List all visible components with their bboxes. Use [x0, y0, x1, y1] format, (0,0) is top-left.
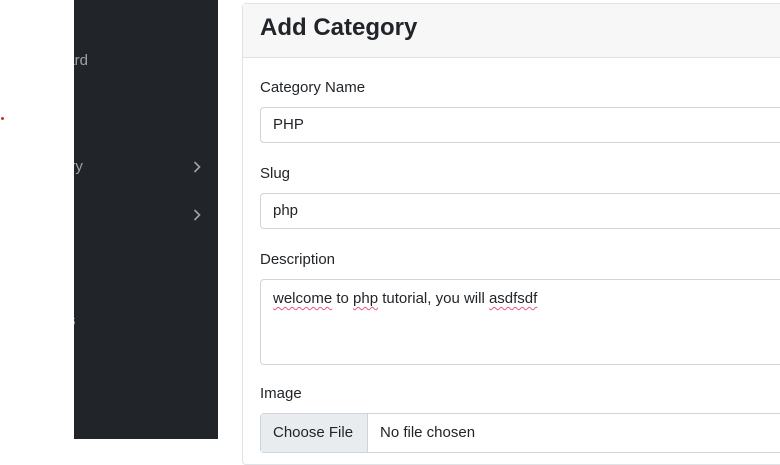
- add-category-card: Add Category Category Name PHP Slug php …: [242, 3, 780, 465]
- slug-input[interactable]: php: [260, 193, 780, 229]
- page-title: Add Category: [260, 14, 418, 41]
- choose-file-button[interactable]: Choose File: [261, 414, 368, 452]
- sidebar: oard ory s: [74, 0, 218, 439]
- sidebar-item-label: s: [74, 309, 76, 333]
- sidebar-item-label: ory: [74, 158, 83, 175]
- misspelled-word: welcome: [273, 290, 333, 307]
- sidebar-item-category[interactable]: ory: [74, 155, 218, 179]
- page-edge: [0, 0, 74, 439]
- indicator-dot: [1, 117, 4, 120]
- chevron-right-icon: [190, 203, 204, 227]
- sidebar-item-users[interactable]: s: [74, 309, 218, 333]
- sidebar-item-dashboard[interactable]: oard: [74, 49, 218, 73]
- misspelled-word: php: [353, 290, 379, 307]
- description-textarea[interactable]: welcome to php tutorial, you will asdfsd…: [260, 279, 780, 365]
- chevron-right-icon: [190, 155, 204, 179]
- misspelled-word: asdfsdf: [488, 290, 538, 307]
- image-file-input[interactable]: Choose File No file chosen: [260, 413, 780, 453]
- main-content: Add Category Category Name PHP Slug php …: [218, 0, 780, 465]
- slug-label: Slug: [260, 165, 291, 182]
- file-status-text: No file chosen: [380, 424, 476, 441]
- category-name-label: Category Name: [260, 79, 366, 96]
- description-text: to: [332, 290, 354, 307]
- category-name-input[interactable]: PHP: [260, 107, 780, 143]
- card-header: Add Category: [243, 4, 780, 58]
- image-label: Image: [260, 385, 302, 402]
- sidebar-item-label: oard: [74, 52, 89, 69]
- description-label: Description: [260, 251, 336, 268]
- sidebar-item-collapsed[interactable]: [74, 203, 218, 227]
- description-text: tutorial, you will: [378, 290, 489, 307]
